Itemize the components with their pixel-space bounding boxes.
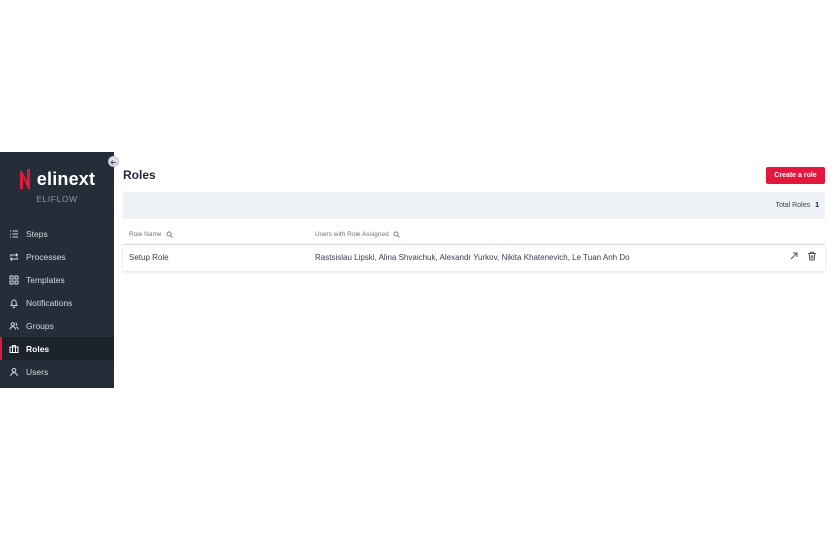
sidebar-item-notifications[interactable]: Notifications xyxy=(0,291,114,314)
bell-icon xyxy=(9,298,19,308)
repeat-icon xyxy=(9,252,19,262)
summary-bar: Total Roles 1 xyxy=(123,192,825,219)
open-external-icon[interactable] xyxy=(789,251,799,261)
sidebar-item-roles[interactable]: Roles xyxy=(0,337,114,360)
sidebar-nav: Steps Processes Templates Notifications … xyxy=(0,222,114,383)
sidebar-item-label: Templates xyxy=(26,274,65,285)
briefcase-icon xyxy=(9,344,19,354)
brand-logo[interactable]: elinext xyxy=(0,164,114,194)
sidebar-item-label: Groups xyxy=(26,320,54,331)
arrow-left-icon xyxy=(110,153,117,171)
app-name: ELIFLOW xyxy=(36,194,78,204)
column-header-users: Users with Role Assigned xyxy=(315,231,400,238)
table-header: Role Name Users with Role Assigned xyxy=(123,228,825,245)
total-roles-label: Total Roles xyxy=(775,202,811,209)
list-icon xyxy=(9,229,19,239)
sidebar-item-label: Roles xyxy=(26,343,50,354)
role-name-cell: Setup Role xyxy=(129,253,169,262)
trash-icon[interactable] xyxy=(807,251,817,261)
column-label: Users with Role Assigned xyxy=(315,231,389,238)
sidebar-item-processes[interactable]: Processes xyxy=(0,245,114,268)
sidebar: elinext ELIFLOW Steps Processes Template… xyxy=(0,152,114,388)
users-icon xyxy=(9,321,19,331)
collapse-sidebar-button[interactable] xyxy=(108,156,119,167)
total-roles-count: 1 xyxy=(815,202,819,209)
table-row[interactable]: Setup Role Rastsislau Lipski, Alina Shva… xyxy=(123,245,825,271)
sidebar-item-templates[interactable]: Templates xyxy=(0,268,114,291)
sidebar-item-users[interactable]: Users xyxy=(0,360,114,383)
main-content: Roles Create a role Total Roles 1 Role N… xyxy=(114,152,834,388)
create-role-button[interactable]: Create a role xyxy=(766,167,825,184)
row-actions xyxy=(789,251,817,261)
grid-icon xyxy=(9,275,19,285)
sidebar-item-steps[interactable]: Steps xyxy=(0,222,114,245)
sidebar-item-label: Processes xyxy=(26,251,66,262)
app-window: elinext ELIFLOW Steps Processes Template… xyxy=(0,152,834,388)
page-title: Roles xyxy=(123,168,156,182)
sidebar-item-groups[interactable]: Groups xyxy=(0,314,114,337)
logo-text: elinext xyxy=(36,168,96,189)
roles-table: Role Name Users with Role Assigned Setup… xyxy=(123,228,825,271)
elinext-logo-icon xyxy=(19,168,31,190)
sidebar-item-label: Steps xyxy=(26,228,48,239)
sidebar-item-label: Notifications xyxy=(26,297,73,308)
search-icon[interactable] xyxy=(393,231,400,238)
assigned-users-cell: Rastsislau Lipski, Alina Shvaichuk, Alex… xyxy=(315,253,630,262)
user-icon xyxy=(9,367,19,377)
column-header-role-name: Role Name xyxy=(129,231,173,238)
sidebar-item-label: Users xyxy=(26,366,49,377)
search-icon[interactable] xyxy=(165,231,173,238)
column-label: Role Name xyxy=(129,231,162,238)
